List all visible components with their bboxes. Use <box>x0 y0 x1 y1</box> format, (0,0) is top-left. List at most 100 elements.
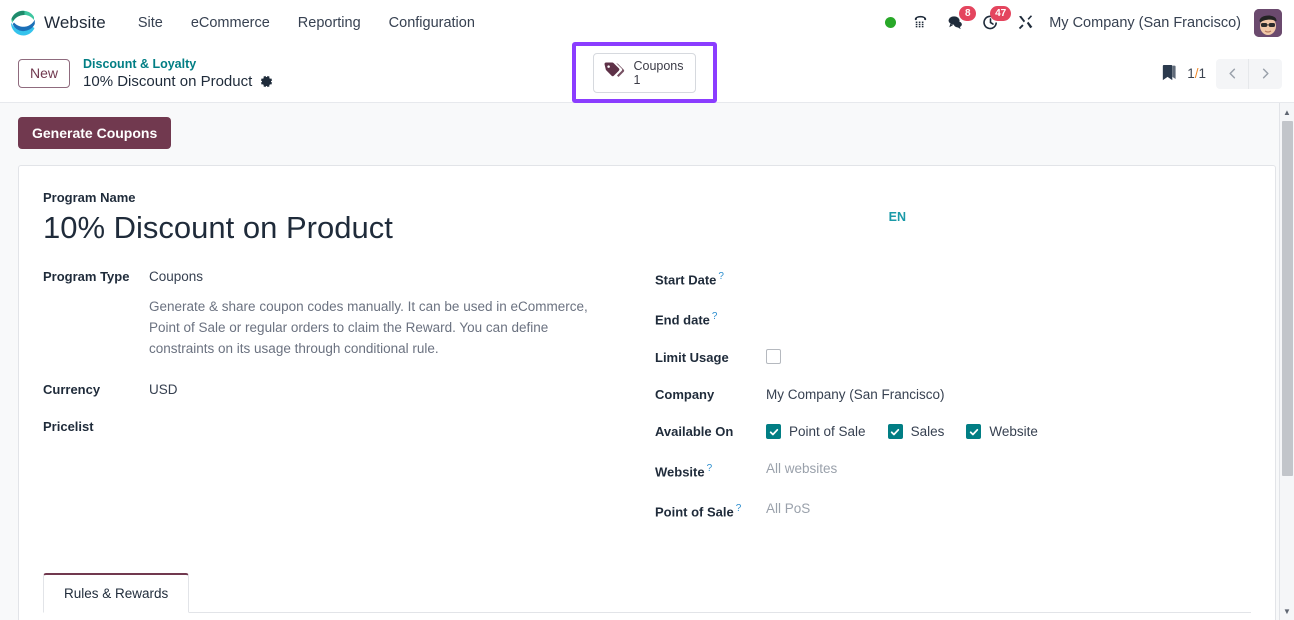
point-of-sale-label: Point of Sale <box>789 423 866 439</box>
program-type-text: Coupons <box>149 269 204 284</box>
pricelist-label: Pricelist <box>43 419 94 434</box>
record-pager: 1/1 <box>1160 58 1282 89</box>
point-of-sale-checkbox[interactable] <box>766 424 781 440</box>
field-program-type: Program Type Coupons Generate & share co… <box>43 267 655 359</box>
available-on-point-of-sale[interactable]: Point of Sale <box>766 422 866 442</box>
program-name-input[interactable]: 10% Discount on Product <box>43 207 889 249</box>
online-status-indicator <box>885 17 897 28</box>
available-on-options: Point of Sale Sales Website <box>766 422 1251 442</box>
coupons-stat-button[interactable]: Coupons 1 <box>593 52 696 93</box>
coupons-stat-text: Coupons 1 <box>633 59 683 87</box>
program-type-value[interactable]: Coupons Generate & share coupon codes ma… <box>149 267 655 359</box>
help-icon[interactable]: ? <box>707 463 713 474</box>
top-navbar: Website Site eCommerce Reporting Configu… <box>0 0 1294 45</box>
form-view-area: Generate Coupons Program Name 10% Discou… <box>0 103 1294 620</box>
field-pricelist: Pricelist <box>43 417 655 437</box>
available-on-label: Available On <box>655 423 734 439</box>
form-sheet: Program Name 10% Discount on Product EN … <box>18 165 1276 620</box>
website-label: Website <box>989 423 1038 439</box>
field-limit-usage: Limit Usage <box>655 348 1251 368</box>
field-end-date: End date? <box>655 307 1251 330</box>
program-type-description: Generate & share coupon codes manually. … <box>149 299 588 356</box>
pager-total: 1 <box>1198 66 1206 81</box>
user-avatar[interactable] <box>1254 8 1282 37</box>
field-available-on: Available On Point of Sale Sales Website <box>655 422 1251 442</box>
messages-count-badge: 8 <box>959 5 977 21</box>
navbar-systray: 8 47 My Company (San Francisco) <box>885 5 1282 37</box>
sales-checkbox[interactable] <box>887 424 903 440</box>
currency-label: Currency <box>43 382 101 397</box>
breadcrumb-current-record: 10% Discount on Product <box>83 72 253 90</box>
coupon-tag-icon <box>603 61 625 84</box>
start-date-label: Start Date? <box>655 267 766 290</box>
coupons-stat-value: 1 <box>633 72 641 87</box>
messages-icon[interactable]: 8 <box>944 5 977 34</box>
company-label: Company <box>655 386 715 402</box>
activities-count-badge: 47 <box>990 5 1012 21</box>
gear-icon[interactable] <box>259 74 274 89</box>
website-input[interactable]: All websites <box>766 459 1251 479</box>
scroll-up-arrow[interactable]: ▲ <box>1280 105 1294 119</box>
wrench-tools-icon[interactable] <box>1014 12 1036 34</box>
chevron-right-icon[interactable] <box>1249 58 1282 89</box>
current-company-name[interactable]: My Company (San Francisco) <box>1049 15 1241 31</box>
phone-icon[interactable] <box>909 12 931 34</box>
scroll-down-arrow[interactable]: ▼ <box>1280 604 1294 618</box>
menu-item-configuration[interactable]: Configuration <box>375 11 489 35</box>
bookmark-icon[interactable] <box>1160 64 1177 83</box>
tab-rules-rewards[interactable]: Rules & Rewards <box>43 573 190 614</box>
pager-buttons <box>1216 58 1282 89</box>
point-of-sale-field-label-text: Point of Sale <box>655 504 734 520</box>
start-date-label-text: Start Date <box>655 272 717 288</box>
notebook-page-content: Conditional rules Add Rewards Add <box>43 613 1251 620</box>
generate-coupons-button[interactable]: Generate Coupons <box>18 117 172 149</box>
breadcrumb-parent-link[interactable]: Discount & Loyalty <box>83 57 274 72</box>
menu-item-ecommerce[interactable]: eCommerce <box>177 11 284 35</box>
end-date-label: End date? <box>655 307 766 330</box>
available-on-website[interactable]: Website <box>966 422 1038 442</box>
field-point-of-sale: Point of Sale? All PoS <box>655 499 1251 522</box>
form-left-column: Program Type Coupons Generate & share co… <box>43 267 655 539</box>
field-currency: Currency USD <box>43 380 655 400</box>
vertical-scrollbar[interactable]: ▲ ▼ <box>1279 103 1294 620</box>
limit-usage-label: Limit Usage <box>655 349 729 365</box>
highlight-annotation: Coupons 1 <box>572 42 717 103</box>
point-of-sale-field-label: Point of Sale? <box>655 499 766 522</box>
website-checkbox[interactable] <box>966 424 982 440</box>
menu-item-reporting[interactable]: Reporting <box>284 11 375 35</box>
breadcrumb: Discount & Loyalty 10% Discount on Produ… <box>83 57 274 91</box>
form-right-column: Start Date? End date? Limit Usage Compan… <box>655 267 1251 539</box>
menu-item-site[interactable]: Site <box>124 11 177 35</box>
main-menu: Site eCommerce Reporting Configuration <box>124 11 489 35</box>
title-column: Program Name 10% Discount on Product <box>43 190 889 249</box>
available-on-sales[interactable]: Sales <box>887 422 945 442</box>
statusbar: Generate Coupons <box>0 103 1294 149</box>
program-type-label: Program Type <box>43 269 130 284</box>
sales-label: Sales <box>910 423 945 439</box>
program-name-label: Program Name <box>43 190 136 205</box>
point-of-sale-input[interactable]: All PoS <box>766 499 1251 519</box>
breadcrumb-current-row: 10% Discount on Product <box>83 73 274 91</box>
odoo-logo-icon[interactable] <box>10 10 36 36</box>
new-button[interactable]: New <box>18 59 71 88</box>
limit-usage-checkbox[interactable] <box>766 348 781 364</box>
app-name[interactable]: Website <box>44 13 106 33</box>
form-columns: Program Type Coupons Generate & share co… <box>43 267 1251 539</box>
help-icon[interactable]: ? <box>712 311 718 322</box>
field-start-date: Start Date? <box>655 267 1251 290</box>
scrollbar-thumb[interactable] <box>1282 121 1293 476</box>
clock-activities-icon[interactable]: 47 <box>979 5 1012 34</box>
coupons-stat-label: Coupons <box>633 58 684 73</box>
pager-current: 1 <box>1187 66 1195 81</box>
pager-counter[interactable]: 1/1 <box>1187 66 1206 81</box>
title-row: Program Name 10% Discount on Product EN <box>43 190 1251 249</box>
chevron-left-icon[interactable] <box>1216 58 1249 89</box>
help-icon[interactable]: ? <box>718 271 724 282</box>
limit-usage-value <box>766 348 1251 368</box>
language-badge[interactable]: EN <box>889 190 906 224</box>
help-icon[interactable]: ? <box>736 503 742 514</box>
currency-value[interactable]: USD <box>149 380 655 400</box>
website-field-label-text: Website <box>655 463 705 479</box>
company-value[interactable]: My Company (San Francisco) <box>766 385 1251 405</box>
end-date-label-text: End date <box>655 312 710 328</box>
